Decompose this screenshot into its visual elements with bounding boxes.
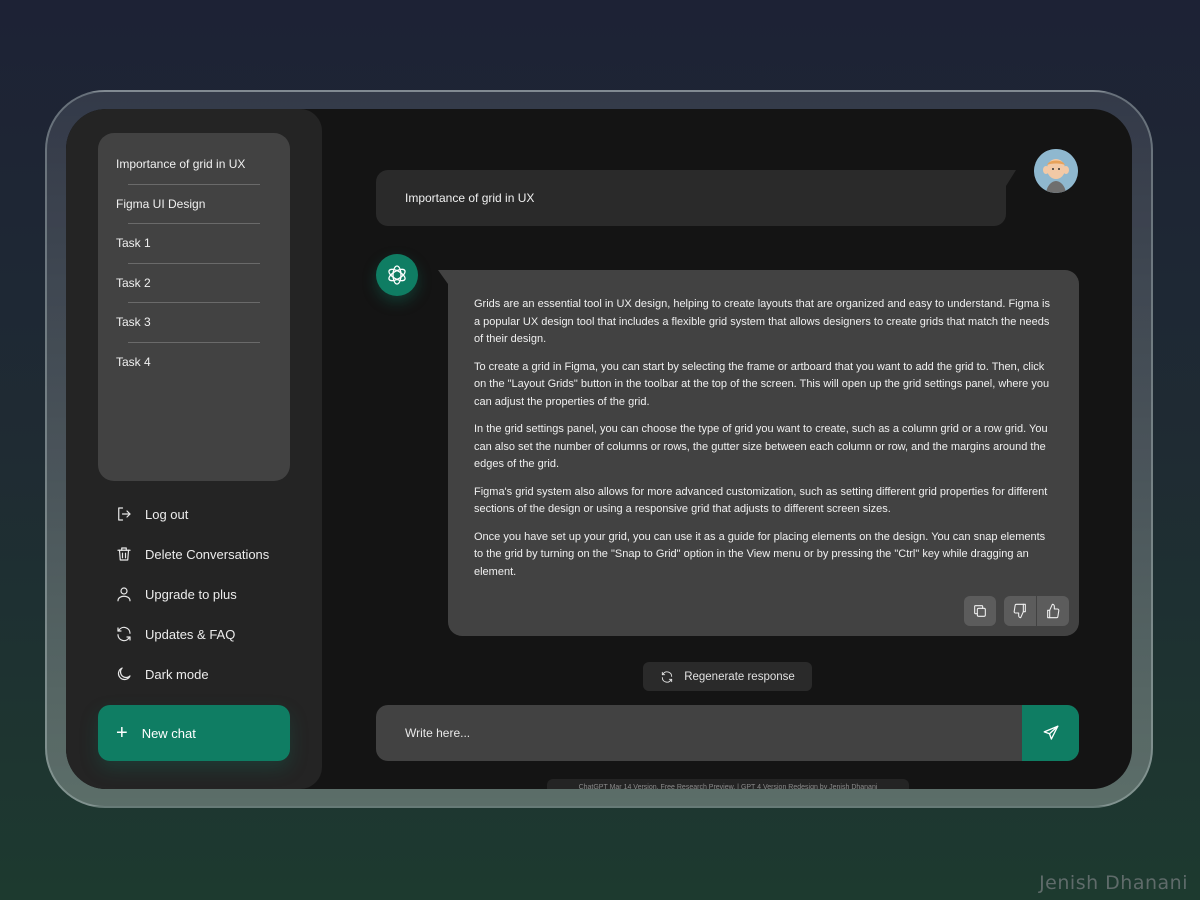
watermark: Jenish Dhanani [1039, 872, 1188, 894]
new-chat-label: New chat [141, 725, 196, 741]
send-icon [1043, 725, 1058, 740]
logout-button[interactable]: Log out [114, 494, 304, 534]
assistant-paragraph: To create a grid in Figma, you can start… [474, 360, 1050, 408]
upgrade-button[interactable]: Upgrade to plus [114, 574, 304, 614]
assistant-paragraph: Once you have set up your grid, you can … [474, 530, 1046, 578]
copy-button[interactable] [964, 596, 996, 626]
sidebar-menu: Log out Delete Conversations Upgrade to … [114, 494, 304, 694]
assistant-paragraph: Figma's grid system also allows for more… [474, 485, 1048, 516]
menu-item-label: Delete Conversations [145, 546, 270, 562]
rating-buttons [1004, 596, 1069, 626]
send-button[interactable] [1022, 705, 1079, 761]
regenerate-label: Regenerate response [684, 670, 795, 683]
user-icon [114, 584, 134, 604]
thumbs-down-icon[interactable] [1004, 596, 1036, 626]
assistant-paragraph: Grids are an essential tool in UX design… [474, 298, 1051, 345]
updates-faq-button[interactable]: Updates & FAQ [114, 614, 304, 654]
history-item[interactable]: Task 2 [116, 264, 272, 304]
assistant-logo-icon [376, 254, 418, 296]
assistant-paragraph: In the grid settings panel, you can choo… [474, 423, 1048, 470]
sidebar: Importance of grid in UX Figma UI Design… [66, 109, 322, 789]
user-avatar-icon [1034, 149, 1078, 193]
plus-icon: + [116, 722, 128, 744]
assistant-message: Grids are an essential tool in UX design… [438, 270, 1079, 636]
avatar[interactable] [1034, 149, 1078, 193]
new-chat-button[interactable]: + New chat [98, 705, 290, 761]
moon-icon [114, 664, 134, 684]
user-message-text: Importance of grid in UX [405, 191, 535, 205]
history-item[interactable]: Figma UI Design [116, 185, 272, 225]
message-actions [964, 596, 1069, 626]
history-item[interactable]: Task 4 [116, 343, 272, 383]
regenerate-button[interactable]: Regenerate response [643, 662, 812, 691]
logout-icon [114, 504, 134, 524]
message-composer [376, 705, 1079, 761]
user-message: Importance of grid in UX [376, 170, 1016, 226]
copy-icon [964, 596, 996, 626]
refresh-icon [662, 670, 673, 683]
thumbs-up-icon[interactable] [1037, 596, 1069, 626]
app-screen: Importance of grid in UX Figma UI Design… [66, 109, 1132, 789]
history-item[interactable]: Task 1 [116, 224, 272, 264]
menu-item-label: Upgrade to plus [145, 586, 237, 602]
delete-conversations-button[interactable]: Delete Conversations [114, 534, 304, 574]
footer-note: ChatGPT Mar 14 Version. Free Research Pr… [547, 779, 909, 789]
trash-icon [114, 544, 134, 564]
dark-mode-toggle[interactable]: Dark mode [114, 654, 304, 694]
menu-item-label: Updates & FAQ [145, 626, 236, 642]
menu-item-label: Log out [145, 506, 189, 522]
menu-item-label: Dark mode [145, 666, 209, 682]
refresh-icon [114, 624, 134, 644]
message-input[interactable] [376, 705, 1022, 761]
history-item[interactable]: Importance of grid in UX [116, 145, 272, 185]
history-item[interactable]: Task 3 [116, 303, 272, 343]
chat-history-list: Importance of grid in UX Figma UI Design… [98, 133, 290, 481]
